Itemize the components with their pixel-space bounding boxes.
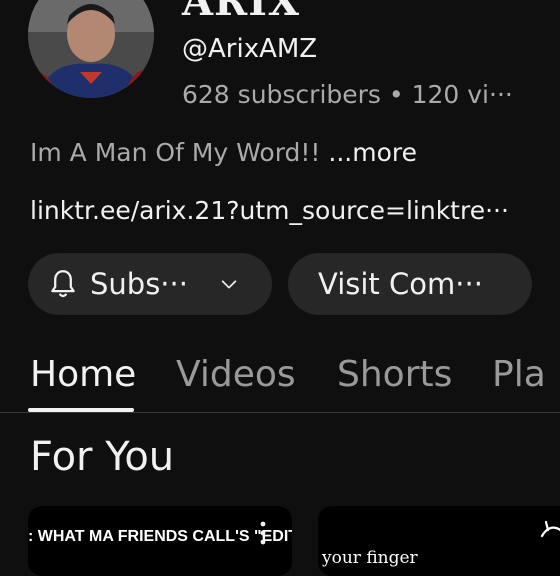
channel-handle: @ArixAMZ (182, 34, 318, 64)
tab-playlists[interactable]: Pla (492, 354, 546, 395)
channel-stats: 628 subscribers • 120 vi··· (182, 80, 513, 109)
channel-tabs: Home Videos Shorts Pla (0, 340, 560, 413)
description-text: Im A Man Of My Word!! (30, 138, 321, 167)
subscribe-button[interactable]: Subs··· (28, 253, 272, 315)
section-title: For You (30, 434, 175, 480)
chevron-down-icon (221, 280, 237, 289)
video-thumbnail[interactable]: your finger (318, 506, 560, 576)
tab-shorts[interactable]: Shorts (337, 354, 452, 395)
subscribe-label: Subs··· (90, 267, 188, 301)
tab-home[interactable]: Home (30, 354, 136, 395)
visit-community-label: Visit Com··· (318, 267, 483, 301)
channel-name: ARIX (182, 0, 301, 25)
video-caption: your finger (322, 548, 418, 568)
video-caption: : WHAT MA FRIENDS CALL'S "EDIT (28, 528, 292, 545)
more-vert-icon[interactable] (258, 520, 268, 546)
video-thumbnail[interactable]: : WHAT MA FRIENDS CALL'S "EDIT (28, 506, 292, 576)
channel-avatar[interactable] (28, 0, 154, 98)
channel-link[interactable]: linktr.ee/arix.21?utm_source=linktre··· (30, 196, 509, 225)
channel-description[interactable]: Im A Man Of My Word!! ...more (30, 138, 417, 167)
more-link[interactable]: ...more (320, 138, 417, 167)
finger-sketch-icon (540, 520, 560, 538)
visit-community-button[interactable]: Visit Com··· (288, 253, 532, 315)
tab-videos[interactable]: Videos (176, 354, 296, 395)
bell-icon (51, 270, 75, 298)
avatar-image (28, 0, 154, 98)
active-tab-indicator (28, 408, 134, 412)
